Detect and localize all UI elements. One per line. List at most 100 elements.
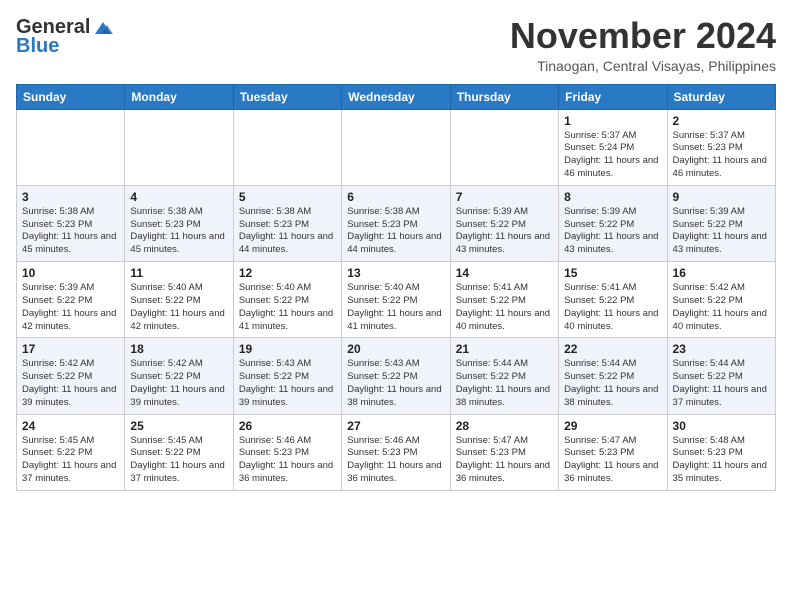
day-info: Sunrise: 5:42 AMSunset: 5:22 PMDaylight:… [673, 282, 770, 333]
calendar-cell: 12Sunrise: 5:40 AMSunset: 5:22 PMDayligh… [233, 262, 341, 338]
day-info: Sunrise: 5:43 AMSunset: 5:22 PMDaylight:… [347, 358, 444, 409]
day-info: Sunrise: 5:46 AMSunset: 5:23 PMDaylight:… [347, 435, 444, 486]
calendar-cell: 10 Sunrise: 5:39 AMSunset: 5:22 PMDayligh… [17, 262, 125, 338]
day-info: Sunrise: 5:46 AMSunset: 5:23 PMDaylight:… [239, 435, 336, 486]
calendar-cell: 19Sunrise: 5:43 AMSunset: 5:22 PMDayligh… [233, 338, 341, 414]
day-info: Sunrise: 5:45 AMSunset: 5:22 PMDaylight:… [22, 435, 119, 486]
calendar-cell [125, 109, 233, 185]
calendar-cell: 22Sunrise: 5:44 AMSunset: 5:22 PMDayligh… [559, 338, 667, 414]
calendar-cell: 21Sunrise: 5:44 AMSunset: 5:22 PMDayligh… [450, 338, 558, 414]
calendar-cell: 16 Sunrise: 5:42 AMSunset: 5:22 PMDayligh… [667, 262, 775, 338]
calendar-cell: 20 Sunrise: 5:43 AMSunset: 5:22 PMDayligh… [342, 338, 450, 414]
day-info: Sunrise: 5:41 AMSunset: 5:22 PMDaylight:… [456, 282, 553, 333]
day-info: Sunrise: 5:39 AMSunset: 5:22 PMDaylight:… [673, 206, 770, 257]
day-number: 17 [22, 342, 119, 356]
day-info: Sunrise: 5:45 AMSunset: 5:22 PMDaylight:… [130, 435, 227, 486]
month-title: November 2024 [510, 16, 776, 56]
calendar-cell: 26Sunrise: 5:46 AMSunset: 5:23 PMDayligh… [233, 414, 341, 490]
calendar-cell: 30 Sunrise: 5:48 AMSunset: 5:23 PMDayligh… [667, 414, 775, 490]
location: Tinaogan, Central Visayas, Philippines [510, 58, 776, 74]
day-info: Sunrise: 5:43 AMSunset: 5:22 PMDaylight:… [239, 358, 336, 409]
day-number: 10 [22, 266, 119, 280]
day-number: 14 [456, 266, 553, 280]
day-number: 1 [564, 114, 661, 128]
calendar-week-row: 10 Sunrise: 5:39 AMSunset: 5:22 PMDayligh… [17, 262, 776, 338]
weekday-header: Thursday [450, 84, 558, 109]
calendar-cell: 2Sunrise: 5:37 AMSunset: 5:23 PMDaylight… [667, 109, 775, 185]
day-info: Sunrise: 5:44 AMSunset: 5:22 PMDaylight:… [673, 358, 770, 409]
calendar-cell: 7 Sunrise: 5:39 AMSunset: 5:22 PMDaylight… [450, 185, 558, 261]
day-number: 23 [673, 342, 770, 356]
logo: General Blue [16, 16, 114, 58]
day-number: 7 [456, 190, 553, 204]
calendar-cell: 6 Sunrise: 5:38 AMSunset: 5:23 PMDaylight… [342, 185, 450, 261]
calendar-cell: 13Sunrise: 5:40 AMSunset: 5:22 PMDayligh… [342, 262, 450, 338]
calendar-cell: 4 Sunrise: 5:38 AMSunset: 5:23 PMDaylight… [125, 185, 233, 261]
calendar-cell: 1Sunrise: 5:37 AMSunset: 5:24 PMDaylight… [559, 109, 667, 185]
calendar-cell: 17 Sunrise: 5:42 AMSunset: 5:22 PMDayligh… [17, 338, 125, 414]
calendar-cell: 24 Sunrise: 5:45 AMSunset: 5:22 PMDayligh… [17, 414, 125, 490]
logo-icon [91, 20, 113, 36]
day-number: 25 [130, 419, 227, 433]
page-header: General Blue November 2024 Tinaogan, Cen… [16, 16, 776, 74]
day-info: Sunrise: 5:47 AMSunset: 5:23 PMDaylight:… [456, 435, 553, 486]
day-number: 20 [347, 342, 444, 356]
day-info: Sunrise: 5:48 AMSunset: 5:23 PMDaylight:… [673, 435, 770, 486]
calendar-table: SundayMondayTuesdayWednesdayThursdayFrid… [16, 84, 776, 491]
day-info: Sunrise: 5:42 AMSunset: 5:22 PMDaylight:… [22, 358, 119, 409]
day-number: 2 [673, 114, 770, 128]
day-info: Sunrise: 5:42 AMSunset: 5:22 PMDaylight:… [130, 358, 227, 409]
day-info: Sunrise: 5:41 AMSunset: 5:22 PMDaylight:… [564, 282, 661, 333]
day-number: 21 [456, 342, 553, 356]
calendar-week-row: 17 Sunrise: 5:42 AMSunset: 5:22 PMDayligh… [17, 338, 776, 414]
day-number: 29 [564, 419, 661, 433]
day-number: 28 [456, 419, 553, 433]
calendar-cell: 3 Sunrise: 5:38 AMSunset: 5:23 PMDaylight… [17, 185, 125, 261]
weekday-header: Friday [559, 84, 667, 109]
day-info: Sunrise: 5:38 AMSunset: 5:23 PMDaylight:… [347, 206, 444, 257]
calendar-week-row: 1Sunrise: 5:37 AMSunset: 5:24 PMDaylight… [17, 109, 776, 185]
title-area: November 2024 Tinaogan, Central Visayas,… [510, 16, 776, 74]
day-number: 4 [130, 190, 227, 204]
calendar-cell: 18 Sunrise: 5:42 AMSunset: 5:22 PMDayligh… [125, 338, 233, 414]
day-info: Sunrise: 5:38 AMSunset: 5:23 PMDaylight:… [239, 206, 336, 257]
day-number: 24 [22, 419, 119, 433]
calendar-cell: 5 Sunrise: 5:38 AMSunset: 5:23 PMDaylight… [233, 185, 341, 261]
weekday-header: Monday [125, 84, 233, 109]
calendar-cell: 15 Sunrise: 5:41 AMSunset: 5:22 PMDayligh… [559, 262, 667, 338]
day-number: 8 [564, 190, 661, 204]
day-info: Sunrise: 5:38 AMSunset: 5:23 PMDaylight:… [130, 206, 227, 257]
calendar-cell [450, 109, 558, 185]
day-number: 27 [347, 419, 444, 433]
calendar-cell: 8 Sunrise: 5:39 AMSunset: 5:22 PMDaylight… [559, 185, 667, 261]
calendar-cell: 28 Sunrise: 5:47 AMSunset: 5:23 PMDayligh… [450, 414, 558, 490]
day-number: 18 [130, 342, 227, 356]
calendar-cell: 9 Sunrise: 5:39 AMSunset: 5:22 PMDaylight… [667, 185, 775, 261]
day-info: Sunrise: 5:38 AMSunset: 5:23 PMDaylight:… [22, 206, 119, 257]
calendar-cell [17, 109, 125, 185]
day-number: 5 [239, 190, 336, 204]
day-number: 30 [673, 419, 770, 433]
weekday-header: Saturday [667, 84, 775, 109]
calendar-cell: 29 Sunrise: 5:47 AMSunset: 5:23 PMDayligh… [559, 414, 667, 490]
calendar-cell: 27 Sunrise: 5:46 AMSunset: 5:23 PMDayligh… [342, 414, 450, 490]
day-info: Sunrise: 5:39 AMSunset: 5:22 PMDaylight:… [22, 282, 119, 333]
day-number: 13 [347, 266, 444, 280]
calendar-week-row: 3 Sunrise: 5:38 AMSunset: 5:23 PMDaylight… [17, 185, 776, 261]
calendar-cell [342, 109, 450, 185]
day-number: 16 [673, 266, 770, 280]
calendar-cell: 25 Sunrise: 5:45 AMSunset: 5:22 PMDayligh… [125, 414, 233, 490]
day-info: Sunrise: 5:47 AMSunset: 5:23 PMDaylight:… [564, 435, 661, 486]
day-number: 15 [564, 266, 661, 280]
calendar-cell: 14 Sunrise: 5:41 AMSunset: 5:22 PMDayligh… [450, 262, 558, 338]
day-number: 11 [130, 266, 227, 280]
day-info: Sunrise: 5:44 AMSunset: 5:22 PMDaylight:… [564, 358, 661, 409]
day-info: Sunrise: 5:40 AMSunset: 5:22 PMDaylight:… [130, 282, 227, 333]
day-info: Sunrise: 5:39 AMSunset: 5:22 PMDaylight:… [456, 206, 553, 257]
day-number: 3 [22, 190, 119, 204]
day-number: 6 [347, 190, 444, 204]
day-info: Sunrise: 5:39 AMSunset: 5:22 PMDaylight:… [564, 206, 661, 257]
calendar-cell: 11 Sunrise: 5:40 AMSunset: 5:22 PMDayligh… [125, 262, 233, 338]
weekday-header: Sunday [17, 84, 125, 109]
day-number: 9 [673, 190, 770, 204]
